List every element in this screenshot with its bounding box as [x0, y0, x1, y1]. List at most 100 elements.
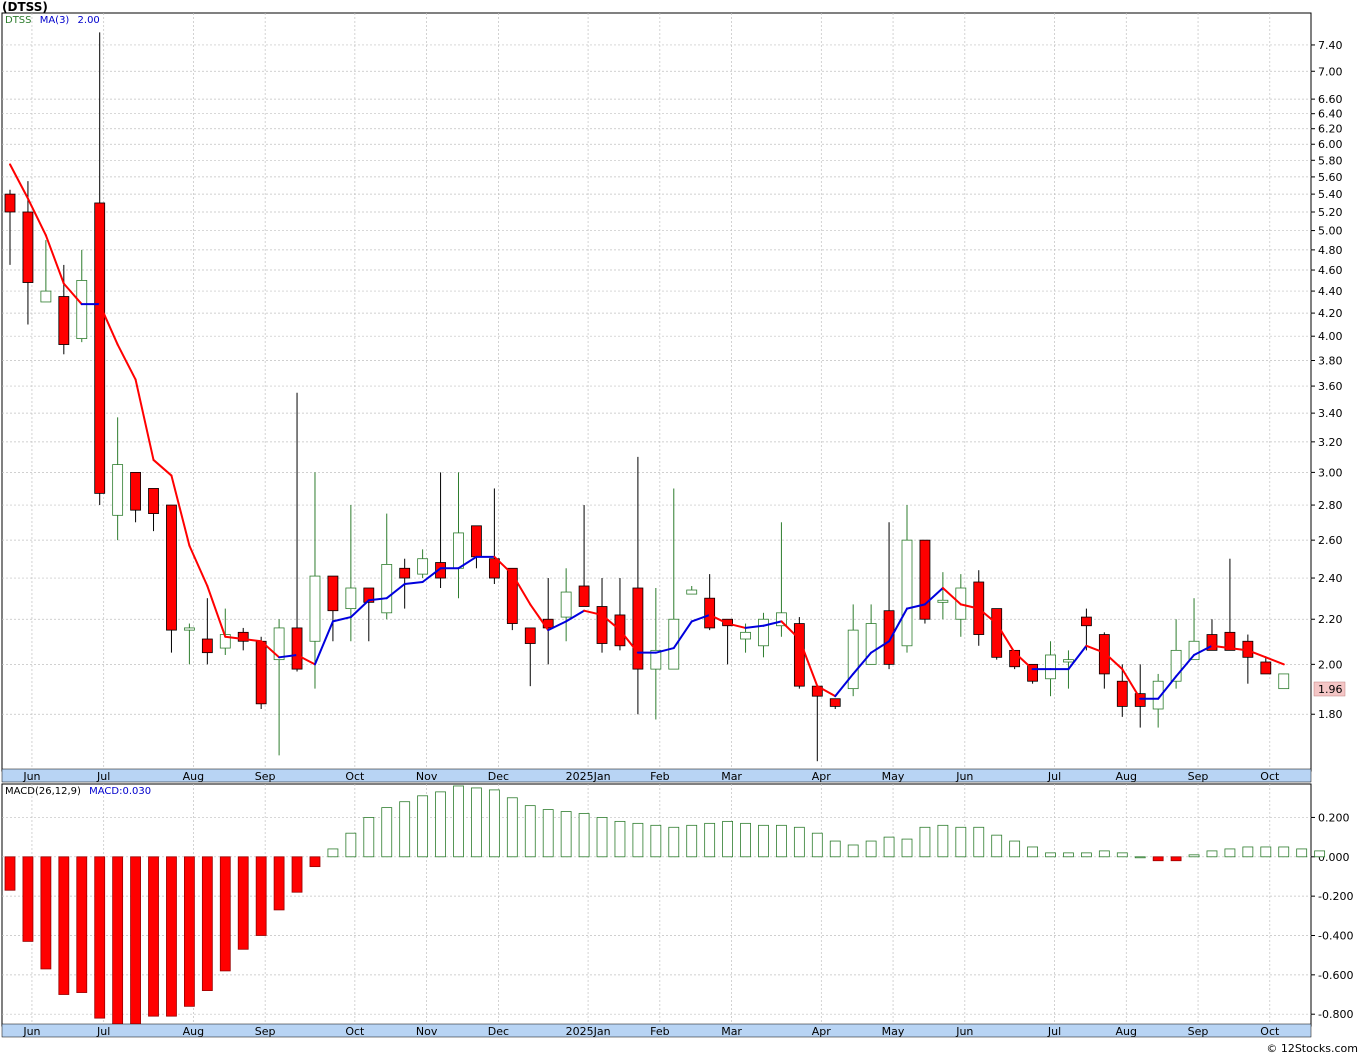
price-y-tick-label: 6.60 — [1318, 93, 1343, 106]
price-y-tick-label: 5.80 — [1318, 154, 1343, 167]
candle-body — [991, 608, 1003, 658]
price-x-tick-label: Feb — [650, 770, 669, 783]
price-x-axis: Jun Jul Aug Sep Oct Nov Dec 2025Jan Feb Mar Apr May… — [1, 768, 1312, 783]
macd-x-tick-label: Jun — [955, 1025, 973, 1038]
macd-bar-positive — [686, 824, 698, 858]
price-y-tick-label: 3.60 — [1318, 380, 1343, 393]
candle-body — [22, 211, 34, 283]
candle-body — [901, 539, 913, 647]
price-y-tick-label: 2.40 — [1318, 572, 1343, 585]
candle-body — [40, 290, 52, 303]
candle-body — [1278, 673, 1290, 690]
candle-body — [1188, 640, 1200, 661]
macd-bar-positive — [1296, 848, 1308, 858]
macd-x-tick-label: Jul — [1047, 1025, 1061, 1038]
macd-bar-positive — [740, 822, 751, 858]
price-x-tick-label: Sep — [255, 770, 276, 783]
site-credit: © 12Stocks.com — [1266, 1042, 1358, 1055]
macd-x-tick-label: Sep — [1188, 1025, 1209, 1038]
macd-bar-positive — [793, 826, 805, 858]
macd-bar-negative — [4, 856, 16, 891]
macd-bar-positive — [435, 791, 446, 858]
candle-body — [309, 575, 321, 642]
price-x-tick-label: 2025Jan — [566, 770, 611, 783]
price-y-tick-label: 3.20 — [1318, 436, 1343, 449]
macd-x-tick-label: 2025Jan — [566, 1025, 611, 1038]
price-y-axis: 1.80 2.00 2.20 2.40 2.60 2.80 3.00 3.20 3.40 3.60… — [1311, 39, 1343, 721]
macd-bar-positive — [506, 797, 518, 858]
candle-body — [291, 627, 303, 670]
price-y-tick-label: 3.00 — [1318, 466, 1343, 479]
macd-y-tick-label: -0.400 — [1318, 929, 1353, 942]
macd-y-tick-label: -0.800 — [1318, 1008, 1353, 1021]
macd-bar-positive — [776, 824, 787, 858]
candle-body — [1081, 616, 1092, 627]
macd-bar-positive — [1063, 852, 1074, 858]
candle-body — [399, 567, 411, 579]
macd-bar-positive — [1098, 850, 1110, 858]
price-y-tick-label: 6.20 — [1318, 123, 1343, 136]
candle-body — [112, 464, 124, 516]
macd-y-axis: 0.2000.000-0.200-0.400-0.600-0.800 — [1311, 811, 1353, 1021]
candle-body — [1260, 661, 1272, 675]
macd-bar-positive — [1027, 846, 1038, 858]
price-y-tick-label: 6.40 — [1318, 108, 1343, 121]
macd-bar-positive — [722, 820, 733, 858]
macd-bar-positive — [829, 840, 841, 858]
macd-bar-positive — [417, 795, 429, 858]
macd-bar-positive — [1134, 856, 1146, 859]
candle-body — [130, 471, 141, 511]
macd-x-tick-label: Jun — [22, 1025, 40, 1038]
macd-bar-positive — [542, 809, 554, 858]
candle-body — [417, 558, 429, 575]
macd-y-tick-label: -0.200 — [1318, 890, 1353, 903]
macd-x-axis: Jun Jul Aug Sep Oct Nov Dec 2025Jan Feb Mar Apr May… — [1, 1023, 1312, 1038]
candle-body — [632, 587, 644, 670]
candle-body — [1045, 654, 1056, 680]
price-legend: DTSS MA(3) 2.00 — [5, 15, 100, 26]
macd-y-tick-label: -0.600 — [1318, 969, 1353, 982]
macd-bar-positive — [453, 785, 464, 858]
candle-body — [1098, 634, 1110, 675]
candle-body — [937, 599, 949, 603]
price-y-tick-label: 2.80 — [1318, 499, 1343, 512]
macd-bar-positive — [1278, 846, 1290, 858]
candle-body — [76, 280, 88, 339]
macd-bar-positive — [1224, 848, 1236, 858]
macd-bar-negative — [291, 856, 303, 893]
candle-body — [704, 597, 716, 629]
candle-body — [793, 623, 805, 687]
macd-x-tick-label: Dec — [488, 1025, 509, 1038]
candle-body — [686, 589, 698, 595]
last-price-marker: 1.96 — [1313, 681, 1346, 697]
macd-bar-positive — [1206, 850, 1218, 858]
macd-bar-positive — [1188, 854, 1200, 858]
candle-body — [524, 627, 536, 644]
macd-bar-positive — [704, 822, 716, 858]
macd-bar-positive — [1081, 852, 1092, 858]
legend-ma-label: MA(3) — [39, 15, 70, 26]
candle-body — [453, 532, 464, 569]
macd-bar-positive — [327, 848, 339, 858]
candle-body — [1116, 680, 1128, 707]
candle-body — [166, 504, 177, 631]
macd-bar-negative — [219, 856, 231, 972]
macd-bar-negative — [1170, 856, 1182, 862]
last-price-label: 1.96 — [1318, 683, 1343, 696]
macd-bar-negative — [22, 856, 34, 942]
candle-body — [345, 587, 357, 609]
macd-bar-positive — [345, 832, 357, 858]
legend-ma-value: 2.00 — [77, 15, 100, 26]
macd-x-tick-label: Nov — [416, 1025, 438, 1038]
price-y-tick-label: 7.40 — [1318, 39, 1343, 52]
macd-bar-negative — [76, 856, 88, 993]
legend-macd-value: MACD:0.030 — [89, 786, 152, 797]
price-x-tick-label: Jun — [955, 770, 973, 783]
candle-body — [847, 629, 859, 690]
price-y-tick-label: 1.80 — [1318, 708, 1343, 721]
candle-body — [506, 567, 518, 624]
macd-bar-positive — [524, 805, 536, 858]
macd-bar-negative — [40, 856, 52, 970]
candle-body — [488, 558, 500, 579]
macd-bar-negative — [309, 856, 321, 868]
